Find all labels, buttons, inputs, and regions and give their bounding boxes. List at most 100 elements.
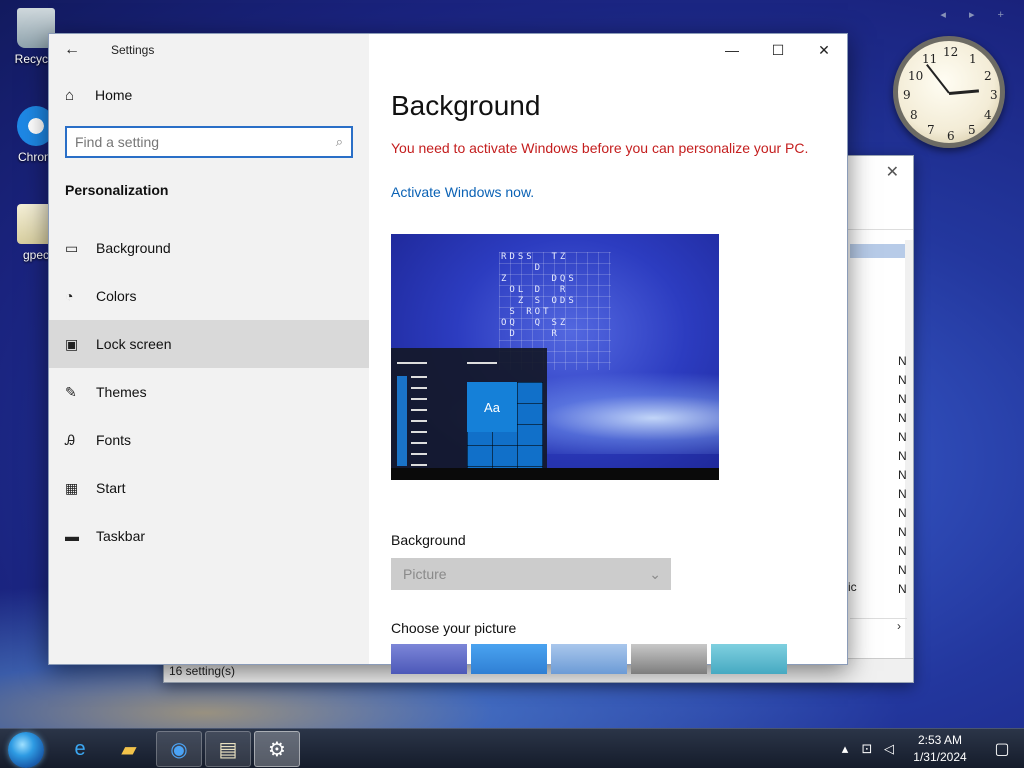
start-button[interactable] — [8, 732, 44, 768]
arrow-left-icon: ← — [64, 41, 80, 58]
activation-warning: You need to activate Windows before you … — [391, 140, 809, 156]
preview-start-menu: Aa — [391, 348, 547, 468]
preview-line — [467, 362, 497, 364]
sidebar-item-colors[interactable]: ◔ Colors — [49, 272, 369, 320]
horizontal-scrollbar[interactable]: › — [850, 618, 907, 636]
list-item: N — [898, 373, 907, 387]
taskbar-notepad[interactable]: ▤ — [205, 731, 251, 767]
sidebar-item-label: Colors — [96, 288, 137, 304]
settings-window: ← Settings ⌂ Home ⌕ Personalization ▭ Ba… — [48, 33, 848, 674]
clock-date: 1/31/2024 — [913, 750, 967, 764]
picture-thumbnail[interactable] — [391, 644, 467, 674]
clock-number: 1 — [969, 52, 977, 66]
palette-icon: ◔ — [65, 288, 74, 304]
home-label: Home — [95, 87, 133, 103]
picture-thumbnail[interactable] — [711, 644, 787, 674]
list-item: N — [898, 468, 907, 482]
notepad-icon: ▤ — [218, 738, 238, 761]
background-preview: RDSS TZ D Z DQS OL D R Z S ODS S ROT OQ … — [391, 234, 719, 480]
selected-row[interactable] — [850, 244, 907, 258]
list-item: N — [898, 449, 907, 463]
preview-line — [397, 362, 427, 364]
list-item: N — [898, 430, 907, 444]
clock-number: 2 — [984, 69, 992, 83]
column-values: N N N N N N N N N N N N N — [898, 352, 912, 599]
search-input[interactable] — [75, 134, 336, 150]
sidebar-item-label: Themes — [96, 384, 147, 400]
list-item: N — [898, 487, 907, 501]
list-item: N — [898, 411, 907, 425]
status-text: 16 setting(s) — [169, 664, 236, 678]
picture-thumbnail[interactable] — [471, 644, 547, 674]
taskbar-file-explorer[interactable]: ▰ — [106, 731, 152, 767]
picture-icon: ▭ — [65, 239, 79, 256]
list-item: N — [898, 392, 907, 406]
settings-content: Background You need to activate Windows … — [391, 34, 831, 674]
sidebar-item-label: Fonts — [96, 432, 132, 448]
list-item: N — [898, 525, 907, 539]
folder-icon: ▰ — [121, 738, 137, 761]
picture-thumbnail[interactable] — [551, 644, 627, 674]
activate-windows-link[interactable]: Activate Windows now. — [391, 184, 831, 200]
fonts-icon: Ꭿ — [65, 431, 76, 448]
network-icon[interactable]: ⊡ — [856, 741, 878, 757]
notification-icon[interactable]: ▢ — [980, 739, 1024, 759]
themes-icon: ✎ — [65, 383, 77, 400]
search-box[interactable]: ⌕ — [65, 126, 353, 158]
system-tray: ▴ ⊡ ◁ 2:53 AM 1/31/2024 ▢ — [834, 729, 1024, 768]
clock-number: 5 — [968, 123, 976, 137]
clock-hour-hand — [948, 89, 980, 95]
home-icon: ⌂ — [65, 86, 75, 104]
sidebar-item-taskbar[interactable]: ▬ Taskbar — [49, 512, 369, 560]
taskbar-chrome[interactable]: ◉ — [156, 731, 202, 767]
clock-number: 7 — [927, 123, 935, 137]
nav-list: ▭ Background ◔ Colors ▣ Lock screen ✎ Th… — [49, 224, 369, 560]
background-dropdown[interactable]: Picture ⌄ — [391, 558, 671, 590]
taskbar: e ▰ ◉ ▤ ⚙ ▴ ⊡ ◁ 2:53 AM 1/31/2024 ▢ — [0, 728, 1024, 768]
clock-number: 11 — [922, 52, 938, 66]
sidebar-item-background[interactable]: ▭ Background — [49, 224, 369, 272]
dropdown-value: Picture — [403, 566, 447, 582]
list-item: N — [898, 582, 907, 596]
back-button[interactable]: ← — [49, 34, 95, 66]
list-item: N — [898, 563, 907, 577]
background-label: Background — [391, 532, 466, 548]
taskbar-icon: ▬ — [65, 528, 79, 544]
chrome-icon: ◉ — [170, 738, 188, 761]
internet-explorer-icon: e — [74, 737, 86, 760]
sidebar-item-label: Background — [96, 240, 171, 256]
sidebar-item-label: Lock screen — [96, 336, 172, 352]
preview-tile: Aa — [467, 382, 517, 432]
clock-gadget: 12 1 2 3 4 5 6 7 8 9 10 11 — [893, 36, 1005, 148]
sidebar-item-start[interactable]: ▦ Start — [49, 464, 369, 512]
home-link[interactable]: ⌂ Home — [49, 74, 369, 116]
taskbar-settings[interactable]: ⚙ — [254, 731, 300, 767]
picture-thumbnails — [391, 644, 831, 674]
lock-screen-icon: ▣ — [65, 335, 79, 352]
sidebar-item-themes[interactable]: ✎ Themes — [49, 368, 369, 416]
window-title: Settings — [111, 43, 155, 57]
chevron-up-icon[interactable]: ▴ — [834, 741, 856, 757]
clock-number: 12 — [943, 45, 959, 59]
settings-gear-icon: ⚙ — [268, 738, 286, 761]
close-icon[interactable]: ✕ — [886, 162, 899, 182]
picture-thumbnail[interactable] — [631, 644, 707, 674]
desktop-icon-label: gpec — [22, 248, 50, 262]
search-icon[interactable]: ⌕ — [336, 134, 343, 150]
partial-text: ic — [848, 580, 857, 594]
chevron-down-icon: ⌄ — [649, 565, 661, 582]
preview-taskbar — [391, 468, 719, 480]
sidebar-item-fonts[interactable]: Ꭿ Fonts — [49, 416, 369, 464]
volume-muted-icon[interactable]: ◁ — [878, 741, 900, 757]
sidebar-item-lock-screen[interactable]: ▣ Lock screen — [49, 320, 369, 368]
preview-app-column — [397, 376, 407, 466]
clock-time: 2:53 AM — [917, 733, 963, 747]
sidebar-item-label: Taskbar — [96, 528, 146, 544]
preview-app-list — [411, 376, 427, 466]
clock-number: 3 — [990, 88, 998, 102]
gadget-nav[interactable]: ◂ ▸ + — [940, 8, 1014, 21]
page-title: Background — [391, 90, 541, 121]
taskbar-internet-explorer[interactable]: e — [57, 731, 103, 767]
settings-sidebar: ← Settings ⌂ Home ⌕ Personalization ▭ Ba… — [49, 34, 369, 664]
taskbar-clock[interactable]: 2:53 AM 1/31/2024 — [906, 732, 974, 766]
